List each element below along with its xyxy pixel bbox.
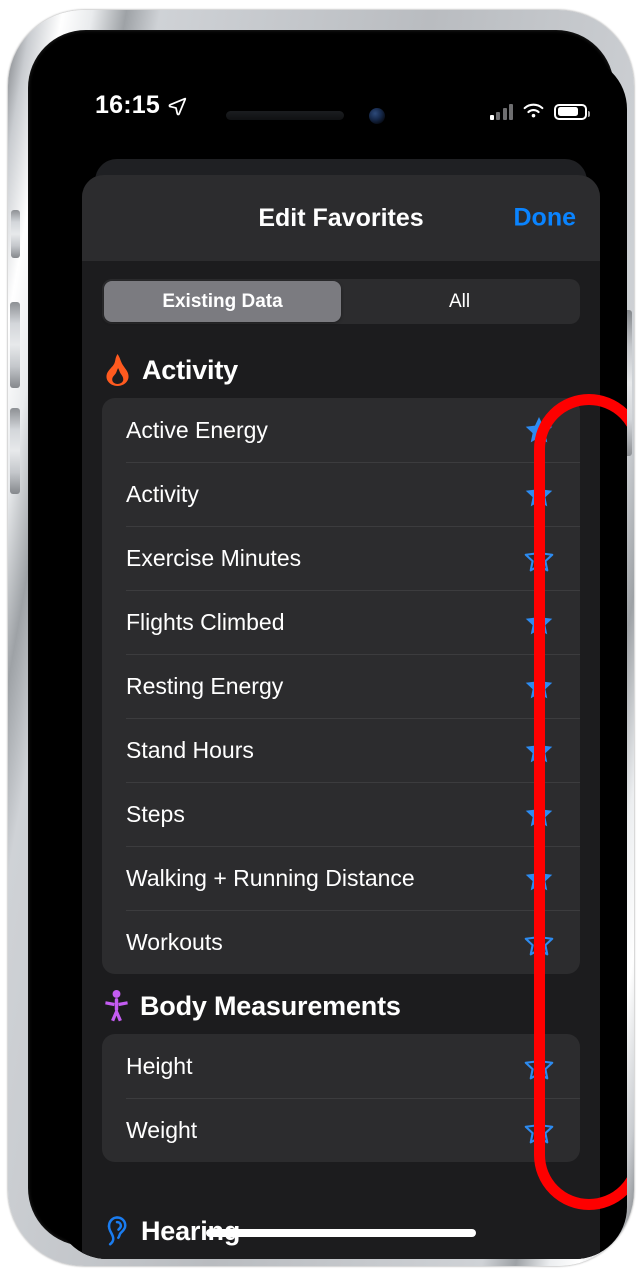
- mute-switch[interactable]: [11, 210, 20, 258]
- volume-up-button[interactable]: [10, 302, 20, 388]
- row-label: Resting Energy: [126, 672, 284, 699]
- row-label: Activity: [126, 480, 199, 507]
- phone-frame: 16:15 Edit Favorites Done Existing Data …: [8, 10, 634, 1266]
- row-label: Weight: [126, 1116, 198, 1143]
- page-title: Edit Favorites: [258, 203, 424, 232]
- table-row[interactable]: Workouts: [102, 910, 580, 974]
- location-arrow-icon: [168, 97, 187, 115]
- battery-icon: [554, 103, 590, 120]
- done-button[interactable]: Done: [514, 204, 577, 233]
- star-outline-icon[interactable]: [524, 543, 554, 573]
- notch: [234, 57, 448, 90]
- flame-icon: [106, 354, 129, 386]
- table-row[interactable]: Stand Hours: [102, 718, 580, 782]
- data-filter-segmented-control[interactable]: Existing Data All: [102, 279, 580, 324]
- row-label: Workouts: [126, 928, 223, 955]
- star-filled-icon[interactable]: [524, 479, 554, 509]
- wifi-icon: [523, 103, 544, 118]
- section-title: Body Measurements: [140, 990, 401, 1021]
- table-row[interactable]: Walking + Running Distance: [102, 846, 580, 910]
- section-title: Activity: [142, 354, 238, 385]
- row-label: Walking + Running Distance: [126, 864, 415, 891]
- body-measurements-card: Height Weight: [102, 1034, 580, 1162]
- star-filled-icon[interactable]: [524, 863, 554, 893]
- body-figure-icon: [105, 990, 128, 1022]
- favorites-list: Activity Active Energy Activity Exercise…: [82, 338, 600, 1162]
- home-indicator[interactable]: [206, 1229, 476, 1237]
- star-outline-icon[interactable]: [524, 1115, 554, 1145]
- table-row[interactable]: Exercise Minutes: [102, 526, 580, 590]
- cellular-bars-icon: [489, 103, 513, 120]
- section-header-activity: Activity: [82, 338, 600, 398]
- status-time: 16:15: [95, 91, 160, 119]
- star-filled-icon[interactable]: [524, 415, 554, 445]
- table-row[interactable]: Height: [102, 1034, 580, 1098]
- row-label: Active Energy: [126, 416, 268, 443]
- segment-all[interactable]: All: [341, 281, 578, 322]
- volume-down-button[interactable]: [10, 408, 20, 494]
- row-label: Stand Hours: [126, 736, 254, 763]
- star-outline-icon[interactable]: [524, 1051, 554, 1081]
- table-row[interactable]: Flights Climbed: [102, 590, 580, 654]
- star-filled-icon[interactable]: [524, 735, 554, 765]
- table-row[interactable]: Activity: [102, 462, 580, 526]
- segmented-control-container: Existing Data All: [82, 261, 600, 338]
- status-bar-left: 16:15: [95, 91, 187, 120]
- table-row[interactable]: Resting Energy: [102, 654, 580, 718]
- ear-icon: [107, 1216, 127, 1246]
- row-label: Steps: [126, 800, 185, 827]
- row-label: Height: [126, 1052, 193, 1079]
- phone-bezel: 16:15 Edit Favorites Done Existing Data …: [28, 30, 627, 1259]
- star-outline-icon[interactable]: [524, 927, 554, 957]
- star-filled-icon[interactable]: [524, 607, 554, 637]
- star-filled-icon[interactable]: [524, 799, 554, 829]
- front-camera-icon: [369, 108, 385, 124]
- segment-existing-data[interactable]: Existing Data: [104, 281, 341, 322]
- row-label: Flights Climbed: [126, 608, 285, 635]
- section-header-body-measurements: Body Measurements: [82, 974, 600, 1034]
- status-bar-right: [489, 103, 590, 120]
- activity-card: Active Energy Activity Exercise Minutes …: [102, 398, 580, 974]
- table-row[interactable]: Active Energy: [102, 398, 580, 462]
- navigation-bar: Edit Favorites Done: [82, 175, 600, 261]
- phone-screen: 16:15 Edit Favorites Done Existing Data …: [55, 57, 627, 1259]
- earpiece-speaker-icon: [226, 111, 344, 120]
- table-row[interactable]: Weight: [102, 1098, 580, 1162]
- table-row[interactable]: Steps: [102, 782, 580, 846]
- row-label: Exercise Minutes: [126, 544, 302, 571]
- star-filled-icon[interactable]: [524, 671, 554, 701]
- edit-favorites-sheet: Edit Favorites Done Existing Data All Ac…: [82, 175, 600, 1259]
